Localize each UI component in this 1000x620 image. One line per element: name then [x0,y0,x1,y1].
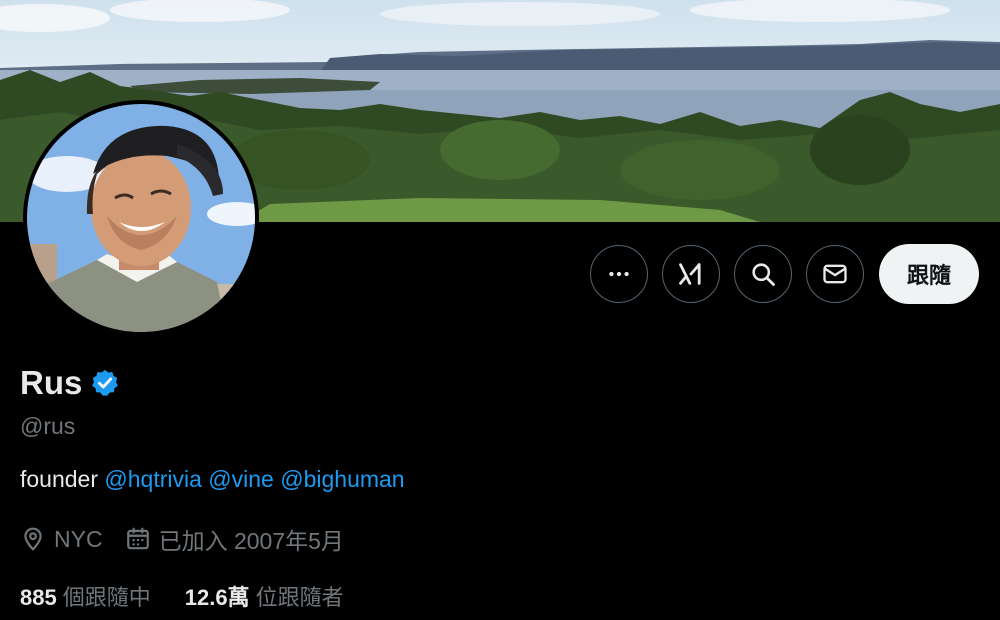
more-button[interactable] [589,245,648,303]
profile-handle: @rus [20,413,76,439]
calendar-icon [126,527,149,550]
avatar-photo [27,104,255,332]
message-button[interactable] [805,245,864,303]
profile-stats: 885 個跟隨中 12.6萬 位跟隨者 [20,580,378,612]
profile-avatar[interactable] [23,100,259,336]
following-count: 885 [20,585,57,610]
followers-label: 位跟隨者 [255,585,344,610]
grok-button[interactable] [661,245,720,303]
profile-meta: NYC 已加入 2007年5月 [20,522,366,556]
display-name: Rus [20,364,83,401]
profile-name-row: Rus [20,364,120,402]
envelope-icon [823,264,847,284]
followers-link[interactable]: 12.6萬 位跟隨者 [185,580,344,612]
search-profile-button[interactable] [733,245,792,303]
mention-link-hqtrivia[interactable]: @hqtrivia [104,466,202,492]
joined-text: 已加入 2007年5月 [158,528,344,554]
profile-bio: founder @hqtrivia @vine @bighuman [20,466,405,493]
following-label: 個跟隨中 [62,585,151,610]
following-link[interactable]: 885 個跟隨中 [20,580,151,612]
mention-link-bighuman[interactable]: @bighuman [280,466,404,492]
more-horizontal-icon [609,271,629,277]
location-text: NYC [54,525,103,552]
followers-count: 12.6萬 [184,585,250,610]
bio-text: founder [20,466,99,492]
profile-actions: 跟隨 [589,244,979,304]
follow-button[interactable]: 跟隨 [878,244,979,304]
location-pin-icon [24,527,42,551]
verified-badge-icon[interactable] [90,368,120,398]
grok-icon [679,263,701,285]
joined-item: 已加入 2007年5月 [125,522,344,556]
search-icon [752,263,775,286]
mention-link-vine[interactable]: @vine [208,466,274,492]
location-item: NYC [20,526,103,553]
